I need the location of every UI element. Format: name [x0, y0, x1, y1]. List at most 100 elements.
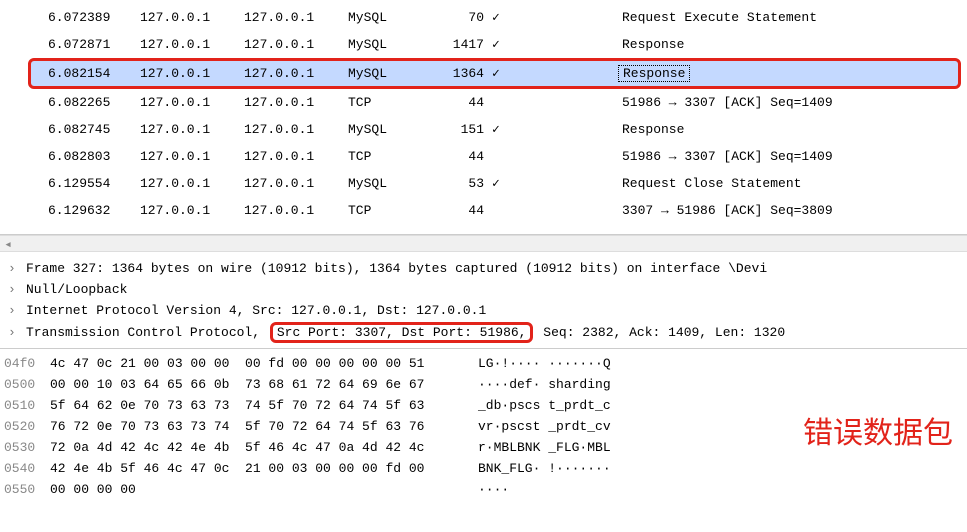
col-info: Request Close Statement: [622, 176, 967, 191]
col-time: 6.082265: [48, 95, 140, 110]
col-dest: 127.0.0.1: [244, 122, 348, 137]
col-source: 127.0.0.1: [140, 66, 244, 81]
details-frame-text: Frame 327: 1364 bytes on wire (10912 bit…: [26, 261, 767, 276]
details-ip-row[interactable]: › Internet Protocol Version 4, Src: 127.…: [0, 300, 967, 321]
hex-ascii: ····def· sharding: [478, 374, 611, 395]
col-protocol: MySQL: [348, 122, 430, 137]
col-time: 6.129632: [48, 203, 140, 218]
col-length: 70: [430, 10, 492, 25]
hex-ascii: BNK_FLG· !·······: [478, 458, 611, 479]
hex-offset: 0530: [4, 437, 50, 458]
hex-row[interactable]: 055000 00 00 00····: [0, 479, 967, 500]
hex-offset: 0540: [4, 458, 50, 479]
col-length: 44: [430, 203, 492, 218]
col-dest: 127.0.0.1: [244, 203, 348, 218]
packet-details-pane[interactable]: › Frame 327: 1364 bytes on wire (10912 b…: [0, 252, 967, 349]
horizontal-scrollbar[interactable]: ◂: [0, 235, 967, 252]
packet-list[interactable]: 6.072389127.0.0.1127.0.0.1MySQL70✓Reques…: [0, 0, 967, 235]
col-info: 51986 → 3307 [ACK] Seq=1409: [622, 149, 967, 164]
hex-bytes: 76 72 0e 70 73 63 73 74 5f 70 72 64 74 5…: [50, 416, 478, 437]
col-protocol: TCP: [348, 203, 430, 218]
packet-row[interactable]: 6.082265127.0.0.1127.0.0.1TCP4451986 → 3…: [0, 89, 967, 116]
packet-row[interactable]: 6.082154127.0.0.1127.0.0.1MySQL1364✓Resp…: [28, 58, 961, 89]
col-source: 127.0.0.1: [140, 10, 244, 25]
col-info: 51986 → 3307 [ACK] Seq=1409: [622, 95, 967, 110]
chevron-right-icon[interactable]: ›: [8, 261, 26, 276]
hex-row[interactable]: 054042 4e 4b 5f 46 4c 47 0c 21 00 03 00 …: [0, 458, 967, 479]
col-source: 127.0.0.1: [140, 176, 244, 191]
hex-offset: 0520: [4, 416, 50, 437]
hex-bytes: 00 00 10 03 64 65 66 0b 73 68 61 72 64 6…: [50, 374, 478, 395]
col-time: 6.129554: [48, 176, 140, 191]
col-length: 1364: [430, 66, 492, 81]
chevron-right-icon[interactable]: ›: [8, 303, 26, 318]
hex-row[interactable]: 04f04c 47 0c 21 00 03 00 00 00 fd 00 00 …: [0, 353, 967, 374]
col-time: 6.072871: [48, 37, 140, 52]
col-dest: 127.0.0.1: [244, 66, 348, 81]
col-check: ✓: [492, 66, 622, 81]
hex-offset: 0550: [4, 479, 50, 500]
hex-bytes: 4c 47 0c 21 00 03 00 00 00 fd 00 00 00 0…: [50, 353, 478, 374]
info-focus: Response: [618, 65, 690, 82]
col-check: ✓: [492, 176, 622, 191]
hex-bytes: 00 00 00 00: [50, 479, 478, 500]
packet-row[interactable]: 6.082803127.0.0.1127.0.0.1TCP4451986 → 3…: [0, 143, 967, 170]
col-time: 6.082745: [48, 122, 140, 137]
hex-bytes: 5f 64 62 0e 70 73 63 73 74 5f 70 72 64 7…: [50, 395, 478, 416]
details-frame-row[interactable]: › Frame 327: 1364 bytes on wire (10912 b…: [0, 258, 967, 279]
col-info: Response: [622, 122, 967, 137]
hex-row[interactable]: 050000 00 10 03 64 65 66 0b 73 68 61 72 …: [0, 374, 967, 395]
col-dest: 127.0.0.1: [244, 176, 348, 191]
hex-ascii: _db·pscs t_prdt_c: [478, 395, 611, 416]
chevron-right-icon[interactable]: ›: [8, 325, 26, 340]
chevron-right-icon[interactable]: ›: [8, 282, 26, 297]
tcp-ports-highlight: Src Port: 3307, Dst Port: 51986,: [270, 322, 534, 343]
hex-ascii: vr·pscst _prdt_cv: [478, 416, 611, 437]
packet-row[interactable]: 6.129632127.0.0.1127.0.0.1TCP443307 → 51…: [0, 197, 967, 224]
details-null-row[interactable]: › Null/Loopback: [0, 279, 967, 300]
packet-row[interactable]: 6.072389127.0.0.1127.0.0.1MySQL70✓Reques…: [0, 4, 967, 31]
hex-offset: 04f0: [4, 353, 50, 374]
col-source: 127.0.0.1: [140, 95, 244, 110]
col-time: 6.082803: [48, 149, 140, 164]
col-dest: 127.0.0.1: [244, 149, 348, 164]
col-protocol: MySQL: [348, 176, 430, 191]
packet-row[interactable]: 6.072871127.0.0.1127.0.0.1MySQL1417✓Resp…: [0, 31, 967, 58]
col-check: ✓: [492, 122, 622, 137]
hex-offset: 0510: [4, 395, 50, 416]
hex-offset: 0500: [4, 374, 50, 395]
col-length: 53: [430, 176, 492, 191]
details-tcp-pre: Transmission Control Protocol,: [26, 325, 268, 340]
col-time: 6.072389: [48, 10, 140, 25]
col-length: 151: [430, 122, 492, 137]
tcp-ports-text: Src Port: 3307, Dst Port: 51986,: [277, 325, 527, 340]
col-info: 3307 → 51986 [ACK] Seq=3809: [622, 203, 967, 218]
col-info: Request Execute Statement: [622, 10, 967, 25]
col-length: 1417: [430, 37, 492, 52]
col-info: Response: [622, 37, 967, 52]
col-check: ✓: [492, 10, 622, 25]
col-protocol: MySQL: [348, 10, 430, 25]
col-protocol: TCP: [348, 149, 430, 164]
hex-ascii: r·MBLBNK _FLG·MBL: [478, 437, 611, 458]
scroll-left-icon[interactable]: ◂: [2, 238, 14, 251]
hex-ascii: LG·!···· ·······Q: [478, 353, 611, 374]
col-source: 127.0.0.1: [140, 149, 244, 164]
col-protocol: MySQL: [348, 37, 430, 52]
col-source: 127.0.0.1: [140, 203, 244, 218]
col-dest: 127.0.0.1: [244, 95, 348, 110]
hex-bytes: 72 0a 4d 42 4c 42 4e 4b 5f 46 4c 47 0a 4…: [50, 437, 478, 458]
packet-row[interactable]: 6.082745127.0.0.1127.0.0.1MySQL151✓Respo…: [0, 116, 967, 143]
col-dest: 127.0.0.1: [244, 37, 348, 52]
details-tcp-post: Seq: 2382, Ack: 1409, Len: 1320: [535, 325, 785, 340]
col-dest: 127.0.0.1: [244, 10, 348, 25]
hex-bytes: 42 4e 4b 5f 46 4c 47 0c 21 00 03 00 00 0…: [50, 458, 478, 479]
details-tcp-row[interactable]: › Transmission Control Protocol, Src Por…: [0, 321, 967, 344]
packet-row[interactable]: 6.129554127.0.0.1127.0.0.1MySQL53✓Reques…: [0, 170, 967, 197]
col-length: 44: [430, 95, 492, 110]
col-protocol: MySQL: [348, 66, 430, 81]
col-protocol: TCP: [348, 95, 430, 110]
col-source: 127.0.0.1: [140, 37, 244, 52]
col-info: Response: [622, 65, 958, 82]
details-null-text: Null/Loopback: [26, 282, 127, 297]
